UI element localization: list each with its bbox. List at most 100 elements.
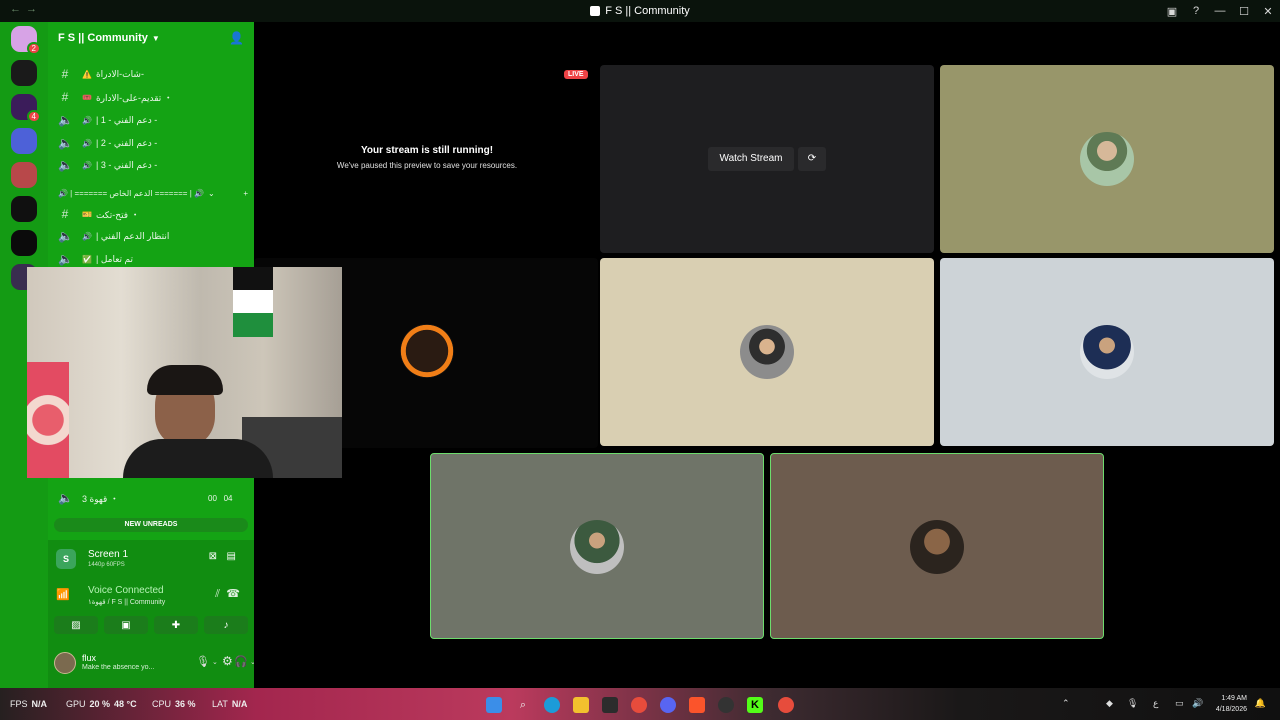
stream-status: S Screen 1 1440p 60FPS ⊠ ▤ bbox=[56, 547, 246, 575]
settings-gear-icon[interactable]: ⚙ bbox=[222, 654, 233, 668]
server-fs-community-icon[interactable] bbox=[11, 60, 37, 86]
chevron-up-icon[interactable]: ⌃ bbox=[1062, 698, 1070, 709]
channel-label: تقديم-على-الادارة ・ bbox=[95, 92, 173, 103]
participant-tile[interactable] bbox=[940, 258, 1274, 446]
window-title-text: F S || Community bbox=[605, 5, 690, 17]
stop-stream-icon[interactable]: ⊠ bbox=[209, 551, 217, 562]
channel-item[interactable]: 🔈 🔊 | دعم الفني - 2 - bbox=[58, 134, 157, 152]
server-kick-icon[interactable] bbox=[11, 230, 37, 256]
participant-tile[interactable] bbox=[940, 65, 1274, 253]
stream-title: Screen 1 bbox=[88, 549, 129, 560]
channel-item[interactable]: 🔈 🔊 | انتظار الدعم الفني bbox=[58, 227, 169, 245]
chrome-icon[interactable] bbox=[631, 697, 647, 713]
clock-date: 4/18/2026 bbox=[1215, 706, 1247, 713]
channel-label: قهوة 3 ・ bbox=[82, 493, 119, 504]
add-channel-icon[interactable]: + bbox=[243, 189, 248, 198]
channel-category[interactable]: 🔊 | ======= الدعم الخاص ======= | 🔊 ⌄ + bbox=[58, 189, 248, 198]
voice-channel-icon: 🔈 bbox=[58, 158, 73, 172]
cpu-value: 36 % bbox=[175, 699, 196, 709]
server-icon[interactable] bbox=[11, 162, 37, 188]
person-shirt-image bbox=[123, 439, 273, 478]
obs-icon[interactable] bbox=[718, 697, 734, 713]
channel-item[interactable]: # 🎟️ تقديم-على-الادارة ・ bbox=[58, 88, 173, 106]
popout-icon[interactable]: ⟳ bbox=[798, 147, 826, 171]
stream-settings-icon[interactable]: ▤ bbox=[227, 551, 236, 562]
chevron-down-icon[interactable]: ⌄ bbox=[212, 658, 218, 666]
channel-item[interactable]: 🔈 قهوة 3 ・ 00 04 bbox=[58, 489, 232, 507]
fps-value: N/A bbox=[31, 699, 48, 709]
latency-readout: LAT N/A bbox=[212, 688, 247, 720]
participant-tile[interactable] bbox=[600, 258, 934, 446]
participant-tile[interactable] bbox=[430, 453, 764, 639]
windows-start-icon[interactable] bbox=[486, 697, 502, 713]
channel-label: شات-الادراة- bbox=[95, 68, 144, 79]
server-gtl-icon[interactable] bbox=[11, 128, 37, 154]
system-clock[interactable]: 1:49 AM 4/18/2026 bbox=[1216, 693, 1247, 715]
screen-share-icon: ▣ bbox=[121, 619, 131, 631]
channel-item[interactable]: 🔈 🔊 | دعم الفني - 1 - bbox=[58, 111, 157, 129]
screen-share-button[interactable]: ▣ bbox=[104, 616, 148, 634]
file-explorer-icon[interactable] bbox=[573, 697, 589, 713]
watch-stream-button[interactable]: Watch Stream bbox=[708, 147, 794, 171]
noise-suppression-icon[interactable]: ⫽ bbox=[215, 588, 220, 601]
inbox-icon[interactable]: ▣ bbox=[1160, 5, 1184, 18]
channel-item[interactable]: # ⚠️ شات-الادراة- bbox=[58, 65, 144, 83]
clock-time: 1:49 AM bbox=[1221, 695, 1247, 702]
notification-badge: 4 bbox=[26, 110, 41, 123]
notifications-icon[interactable]: 🔔 bbox=[1255, 698, 1266, 709]
channel-item[interactable]: 🔈 ✅ | تم تعامل bbox=[58, 250, 133, 268]
voice-call-stage bbox=[254, 22, 1280, 688]
server-name: F S || Community bbox=[58, 32, 148, 44]
channel-item[interactable]: # 🎫 فتح-تكت ・ bbox=[58, 205, 140, 223]
add-user-icon[interactable]: 👤 bbox=[229, 31, 244, 45]
network-icon[interactable]: ▭ bbox=[1175, 698, 1184, 709]
close-icon[interactable]: ✕ bbox=[1256, 5, 1280, 18]
headphones-icon[interactable]: 🎧 bbox=[234, 655, 248, 668]
kick-icon[interactable]: K bbox=[747, 697, 763, 713]
channel-emoji: ⚠️ bbox=[82, 69, 92, 79]
camera-off-button[interactable]: ▨ bbox=[54, 616, 98, 634]
custom-status[interactable]: Make the absence yo... bbox=[82, 664, 164, 671]
soundboard-button[interactable]: ♪ bbox=[204, 616, 248, 634]
help-icon[interactable]: ? bbox=[1184, 5, 1208, 17]
store-icon[interactable] bbox=[602, 697, 618, 713]
signal-icon[interactable]: 📶 bbox=[56, 588, 70, 601]
stream-preview-tile[interactable] bbox=[254, 65, 598, 253]
discord-window: ← → F S || Community ▣ ? — ☐ ✕ 2 4 F S |… bbox=[0, 0, 1280, 720]
discord-icon[interactable] bbox=[660, 697, 676, 713]
voice-status[interactable]: Voice Connected bbox=[88, 585, 164, 596]
server-header[interactable]: F S || Community ▼ 👤 bbox=[48, 22, 254, 54]
edge-icon[interactable] bbox=[544, 697, 560, 713]
new-unreads-button[interactable]: NEW UNREADS bbox=[54, 518, 248, 532]
microphone-icon[interactable]: 🎙 bbox=[1127, 698, 1138, 709]
discord-logo-icon bbox=[590, 6, 601, 16]
microphone-icon[interactable]: 🎙 bbox=[196, 655, 210, 668]
username[interactable]: flux bbox=[82, 653, 96, 663]
avatar[interactable] bbox=[54, 652, 76, 674]
avatar bbox=[1080, 132, 1134, 186]
server-icon[interactable]: 4 bbox=[11, 94, 41, 123]
maximize-icon[interactable]: ☐ bbox=[1232, 5, 1256, 18]
chevron-down-icon: ⌄ bbox=[207, 189, 215, 198]
voice-channel-icon: 🔈 bbox=[58, 252, 73, 266]
channel-item[interactable]: 🔈 🔊 | دعم الفني - 3 - bbox=[58, 156, 157, 174]
tray-app-icon[interactable]: ◆ bbox=[1106, 698, 1113, 709]
stream-app-icon: S bbox=[56, 549, 76, 569]
participant-tile[interactable] bbox=[770, 453, 1104, 639]
voice-channel-icon: 🔈 bbox=[58, 136, 73, 150]
channel-emoji: 🎫 bbox=[82, 209, 92, 219]
voice-location[interactable]: قهوة١ / F S || Community bbox=[88, 598, 165, 606]
window-controls: ▣ ? — ☐ ✕ bbox=[1160, 0, 1280, 22]
channel-label: فتح-تكت ・ bbox=[95, 209, 140, 220]
search-icon[interactable]: ⌕ bbox=[515, 697, 531, 713]
chrome-icon-2[interactable] bbox=[778, 697, 794, 713]
activities-button[interactable]: ✚ bbox=[154, 616, 198, 634]
direct-messages-icon[interactable]: 2 bbox=[11, 26, 41, 55]
minimize-icon[interactable]: — bbox=[1208, 5, 1232, 17]
language-indicator[interactable]: ع bbox=[1153, 698, 1158, 709]
disconnect-icon[interactable]: ☎ bbox=[226, 587, 240, 600]
server-icon[interactable] bbox=[11, 196, 37, 222]
brave-icon[interactable] bbox=[689, 697, 705, 713]
volume-icon[interactable]: 🔊 bbox=[1192, 698, 1203, 709]
cpu-readout: CPU 36 % bbox=[152, 688, 196, 720]
